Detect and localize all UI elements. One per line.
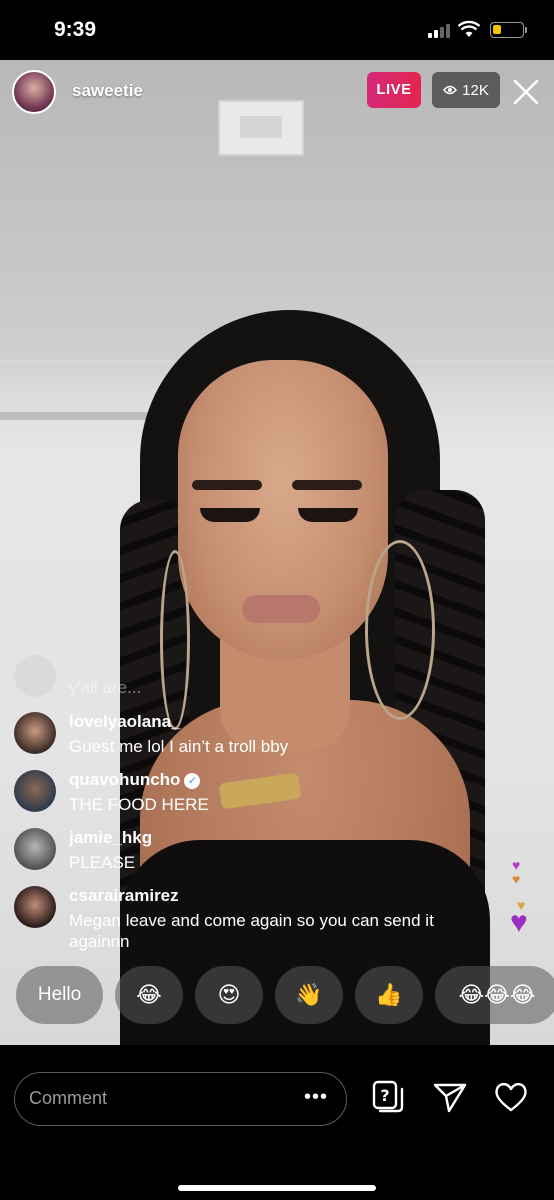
comment-avatar[interactable] [14, 770, 56, 812]
cellular-signal-icon [428, 24, 450, 38]
svg-text:?: ? [380, 1086, 389, 1105]
quick-replies-row: Hello 😂 😍 👋 👍 😂😂😂 [16, 966, 554, 1024]
quick-reply-hello[interactable]: Hello [16, 966, 103, 1024]
comment-avatar[interactable] [14, 886, 56, 928]
floating-heart-icon: ♥ [512, 857, 521, 873]
quick-reply-heart-eyes[interactable]: 😍 [195, 966, 263, 1024]
viewer-count-button[interactable]: 12K [432, 72, 500, 108]
ceiling-vent [218, 100, 304, 156]
status-time: 9:39 [54, 18, 97, 41]
eyebrow-left [192, 480, 262, 490]
battery-icon [490, 22, 527, 38]
quick-reply-laugh[interactable]: 😂 [115, 966, 183, 1024]
wifi-icon [458, 20, 480, 37]
quick-reply-triple-laugh[interactable]: 😂😂😂 [435, 966, 554, 1024]
comment-text: y'all are... [69, 678, 142, 697]
verified-badge-icon: ✓ [184, 773, 201, 789]
question-box-icon[interactable]: ? [370, 1079, 406, 1115]
comment-input[interactable]: Comment ••• [14, 1072, 347, 1126]
comment-text: Megan leave and come again so you can se… [69, 911, 434, 951]
comment-username-row[interactable]: quavohuncho ✓ [69, 770, 201, 790]
live-badge: LIVE [367, 72, 421, 108]
floating-heart-icon: ♥ [510, 906, 528, 939]
comment-avatar[interactable] [14, 712, 56, 754]
comment-avatar[interactable] [14, 655, 56, 697]
quick-reply-thumbs-up[interactable]: 👍 [355, 966, 423, 1024]
person-lips [242, 595, 320, 623]
comment-text: PLEASE [69, 853, 136, 872]
viewer-count: 12K [462, 81, 489, 99]
home-indicator [178, 1185, 376, 1191]
comment-text: THE FOOD HERE [69, 795, 209, 814]
comment-avatar[interactable] [14, 828, 56, 870]
more-options-icon[interactable]: ••• [304, 1087, 328, 1107]
bottom-bar: Comment ••• ? [0, 1045, 554, 1200]
eye-icon [443, 85, 458, 95]
send-icon[interactable] [432, 1079, 468, 1115]
floating-heart-icon: ♥ [512, 871, 521, 887]
comment-username[interactable]: jamie_hkg [69, 828, 152, 848]
status-bar: 9:39 [0, 0, 554, 60]
quick-reply-wave[interactable]: 👋 [275, 966, 343, 1024]
comment-username[interactable]: ... [69, 655, 83, 675]
eye-right [298, 508, 358, 522]
comment-username[interactable]: lovelyaolana_ [69, 712, 181, 732]
comment-text: Guest me lol I ain’t a troll bby [69, 737, 289, 756]
host-username[interactable]: saweetie [72, 81, 143, 101]
host-avatar[interactable] [12, 70, 56, 114]
comment-username[interactable]: quavohuncho [69, 770, 180, 789]
comment-placeholder: Comment [29, 1088, 108, 1108]
eyebrow-right [292, 480, 362, 490]
comment-username[interactable]: csarairamirez [69, 886, 179, 906]
eye-left [200, 508, 260, 522]
earring-left [160, 550, 190, 730]
heart-icon[interactable] [493, 1079, 529, 1115]
close-icon[interactable] [512, 78, 540, 106]
